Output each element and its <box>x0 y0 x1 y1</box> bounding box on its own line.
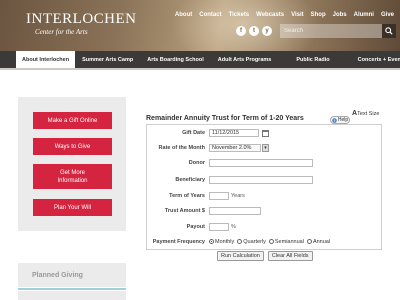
radio-semiannual-label: Semiannual <box>274 239 304 245</box>
top-link-webcasts[interactable]: Webcasts <box>256 12 284 18</box>
text-size-label: Text Size <box>357 111 380 117</box>
site-header: INTERLOCHEN Center for the Arts About Co… <box>0 0 400 51</box>
calculator-form: Gift Date Rate of the Month November 2.0… <box>146 124 383 261</box>
sidebar: Make a Gift Online Ways to Give Get More… <box>18 97 126 231</box>
radio-semiannual[interactable]: Semiannual <box>268 239 304 245</box>
top-link-about[interactable]: About <box>175 12 192 18</box>
radio-quarterly-indicator[interactable] <box>237 239 243 245</box>
help-label: Help <box>337 117 349 123</box>
form-actions: Run Calculation Clear All Fields <box>217 251 313 261</box>
radio-semiannual-indicator[interactable] <box>268 239 274 245</box>
make-gift-online-button[interactable]: Make a Gift Online <box>33 112 112 129</box>
gift-date-label: Gift Date <box>182 130 205 136</box>
tab-public-radio[interactable]: Public Radio <box>278 51 347 68</box>
top-link-tickets[interactable]: Tickets <box>229 12 250 18</box>
search-icon <box>385 27 393 35</box>
text-size-control[interactable]: AText Size <box>352 110 379 117</box>
main-nav: About Interlochen Summer Arts Camp Arts … <box>0 51 400 68</box>
payout-label: Payout <box>186 224 205 230</box>
calendar-icon[interactable] <box>262 129 269 137</box>
frequency-label: Payment Frequency <box>152 239 205 245</box>
svg-text:?: ? <box>333 118 335 122</box>
radio-quarterly-label: Quarterly <box>243 239 266 245</box>
trust-amount-label: Trust Amount $ <box>164 208 205 214</box>
tab-arts-boarding-school[interactable]: Arts Boarding School <box>140 51 211 68</box>
rate-row: Rate of the Month November 2.0% ▾ <box>147 143 383 153</box>
tab-concerts-events[interactable]: Concerts + Events <box>348 51 400 68</box>
radio-annual-indicator[interactable] <box>306 239 312 245</box>
site-logo[interactable]: INTERLOCHEN Center for the Arts <box>26 11 137 37</box>
utility-nav: About Contact Tickets Webcasts Visit Sho… <box>175 12 394 18</box>
beneficiary-row: Beneficiary <box>147 175 383 185</box>
search-button[interactable] <box>382 24 396 38</box>
payout-input[interactable] <box>209 223 229 231</box>
top-link-contact[interactable]: Contact <box>199 12 221 18</box>
logo-title: INTERLOCHEN <box>26 11 137 27</box>
rate-label: Rate of the Month <box>158 145 205 151</box>
tab-adult-arts-programs[interactable]: Adult Arts Programs <box>211 51 279 68</box>
logo-subtitle: Center for the Arts <box>35 28 88 36</box>
term-row: Term of Years Years <box>147 191 383 201</box>
radio-annual-label: Annual <box>312 239 331 245</box>
nav-divider <box>0 68 400 70</box>
payout-row: Payout % <box>147 222 383 232</box>
get-more-information-button[interactable]: Get More Information <box>33 164 112 189</box>
search-input[interactable] <box>280 24 382 38</box>
beneficiary-input[interactable] <box>209 176 313 184</box>
sidebar-next-section <box>18 291 126 300</box>
tab-about-interlochen[interactable]: About Interlochen <box>16 51 76 68</box>
payout-suffix: % <box>231 224 236 230</box>
sidebar-section-title[interactable]: Planned Giving <box>18 263 126 287</box>
radio-monthly-indicator[interactable] <box>209 239 214 245</box>
gift-date-input[interactable] <box>209 129 259 137</box>
top-link-jobs[interactable]: Jobs <box>333 12 347 18</box>
radio-monthly-label: Monthly <box>215 239 235 245</box>
ways-to-give-button[interactable]: Ways to Give <box>33 138 112 155</box>
clear-all-fields-button[interactable]: Clear All Fields <box>267 251 313 261</box>
radio-quarterly[interactable]: Quarterly <box>237 239 266 245</box>
donor-row: Donor <box>147 158 383 168</box>
tab-summer-arts-camp[interactable]: Summer Arts Camp <box>75 51 140 68</box>
rate-selected-value: November 2.0% <box>212 145 252 151</box>
gift-date-row: Gift Date <box>147 128 383 138</box>
twitter-icon[interactable]: t <box>249 26 259 36</box>
term-suffix: Years <box>231 193 245 199</box>
term-label: Term of Years <box>169 193 205 199</box>
radio-annual[interactable]: Annual <box>306 239 331 245</box>
plan-your-will-button[interactable]: Plan Your Will <box>33 199 112 216</box>
sidebar-section-underline <box>18 288 126 290</box>
help-button[interactable]: ? Help <box>330 116 350 124</box>
frequency-row: Payment Frequency Monthly Quarterly Semi… <box>147 237 383 247</box>
beneficiary-label: Beneficiary <box>175 177 205 183</box>
frequency-radio-group: Monthly Quarterly Semiannual Annual <box>209 239 330 245</box>
top-link-give[interactable]: Give <box>381 12 394 18</box>
donor-label: Donor <box>188 160 205 166</box>
trust-amount-row: Trust Amount $ <box>147 206 383 216</box>
help-icon: ? <box>332 117 337 123</box>
term-input[interactable] <box>209 192 229 200</box>
calculator-title: Remainder Annuity Trust for Term of 1-20… <box>146 115 304 122</box>
run-calculation-button[interactable]: Run Calculation <box>217 251 264 261</box>
rate-select[interactable]: November 2.0% <box>209 144 261 152</box>
trust-amount-input[interactable] <box>209 207 261 215</box>
social-links: f t y <box>236 26 272 36</box>
top-link-shop[interactable]: Shop <box>311 12 326 18</box>
radio-monthly[interactable]: Monthly <box>209 239 234 245</box>
donor-input[interactable] <box>209 159 313 167</box>
top-link-alumni[interactable]: Alumni <box>354 12 374 18</box>
top-link-visit[interactable]: Visit <box>291 12 304 18</box>
youtube-icon[interactable]: y <box>262 26 272 36</box>
chevron-down-icon[interactable]: ▾ <box>262 144 269 152</box>
facebook-icon[interactable]: f <box>236 26 246 36</box>
